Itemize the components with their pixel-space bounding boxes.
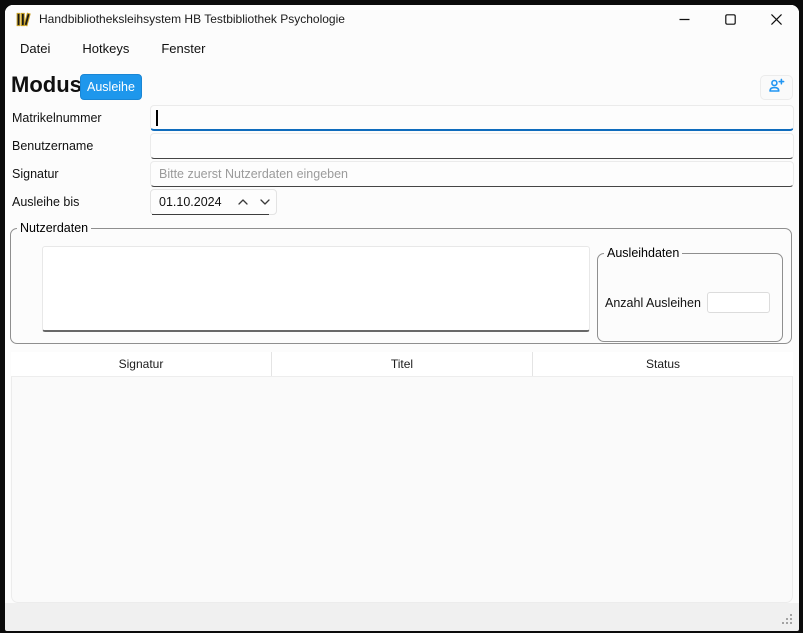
nutzerdaten-groupbox: Nutzerdaten Ausleihdaten Anzahl Ausleihe…: [10, 228, 792, 344]
ausleihe-bis-label: Ausleihe bis: [12, 189, 79, 215]
matrikelnummer-label: Matrikelnummer: [12, 105, 102, 131]
mode-label: Modus: [11, 72, 82, 98]
anzahl-ausleihen-label: Anzahl Ausleihen: [605, 296, 701, 310]
menu-datei[interactable]: Datei: [18, 38, 52, 59]
mode-ausleihe-button[interactable]: Ausleihe: [80, 74, 142, 100]
nutzerdaten-textarea[interactable]: [42, 246, 590, 332]
text-caret: [156, 110, 158, 126]
caption-buttons: [661, 5, 799, 33]
table-body: [11, 377, 793, 603]
menu-bar: Datei Hotkeys Fenster: [5, 33, 799, 63]
column-header-signatur[interactable]: Signatur: [11, 352, 271, 376]
resize-grip-icon[interactable]: [778, 610, 794, 626]
column-header-status[interactable]: Status: [532, 352, 793, 376]
title-bar[interactable]: Handbibliotheksleihsystem HB Testbibliot…: [5, 5, 799, 33]
spinner-down-button[interactable]: [254, 191, 276, 213]
app-window: Handbibliotheksleihsystem HB Testbibliot…: [5, 5, 799, 631]
menu-hotkeys[interactable]: Hotkeys: [80, 38, 131, 59]
window-title: Handbibliotheksleihsystem HB Testbibliot…: [39, 12, 345, 26]
ausleihdaten-groupbox: Ausleihdaten Anzahl Ausleihen: [597, 253, 783, 342]
signatur-input[interactable]: [150, 161, 794, 187]
spinner-underline: [152, 214, 269, 216]
table-header: Signatur Titel Status: [11, 352, 793, 377]
books-icon: [15, 11, 31, 27]
minimize-button[interactable]: [661, 5, 707, 33]
menu-fenster[interactable]: Fenster: [159, 38, 207, 59]
desktop-background: { "accent": "#1e97ec", "window": { "titl…: [0, 0, 803, 633]
column-header-titel[interactable]: Titel: [271, 352, 532, 376]
spinner-up-button[interactable]: [232, 191, 254, 213]
signatur-label: Signatur: [12, 161, 59, 187]
nutzerdaten-legend: Nutzerdaten: [17, 221, 91, 236]
date-value: 01.10.2024: [151, 195, 232, 209]
benutzername-input[interactable]: [150, 133, 794, 159]
ausleihe-bis-date-spinner[interactable]: 01.10.2024: [150, 189, 277, 215]
anzahl-ausleihen-input[interactable]: [707, 292, 770, 313]
matrikelnummer-input[interactable]: [150, 105, 794, 131]
benutzername-label: Benutzername: [12, 133, 93, 159]
person-add-icon: [768, 78, 785, 98]
close-button[interactable]: [753, 5, 799, 33]
add-user-button[interactable]: [760, 75, 793, 100]
ausleihdaten-legend: Ausleihdaten: [604, 246, 682, 261]
maximize-button[interactable]: [707, 5, 753, 33]
